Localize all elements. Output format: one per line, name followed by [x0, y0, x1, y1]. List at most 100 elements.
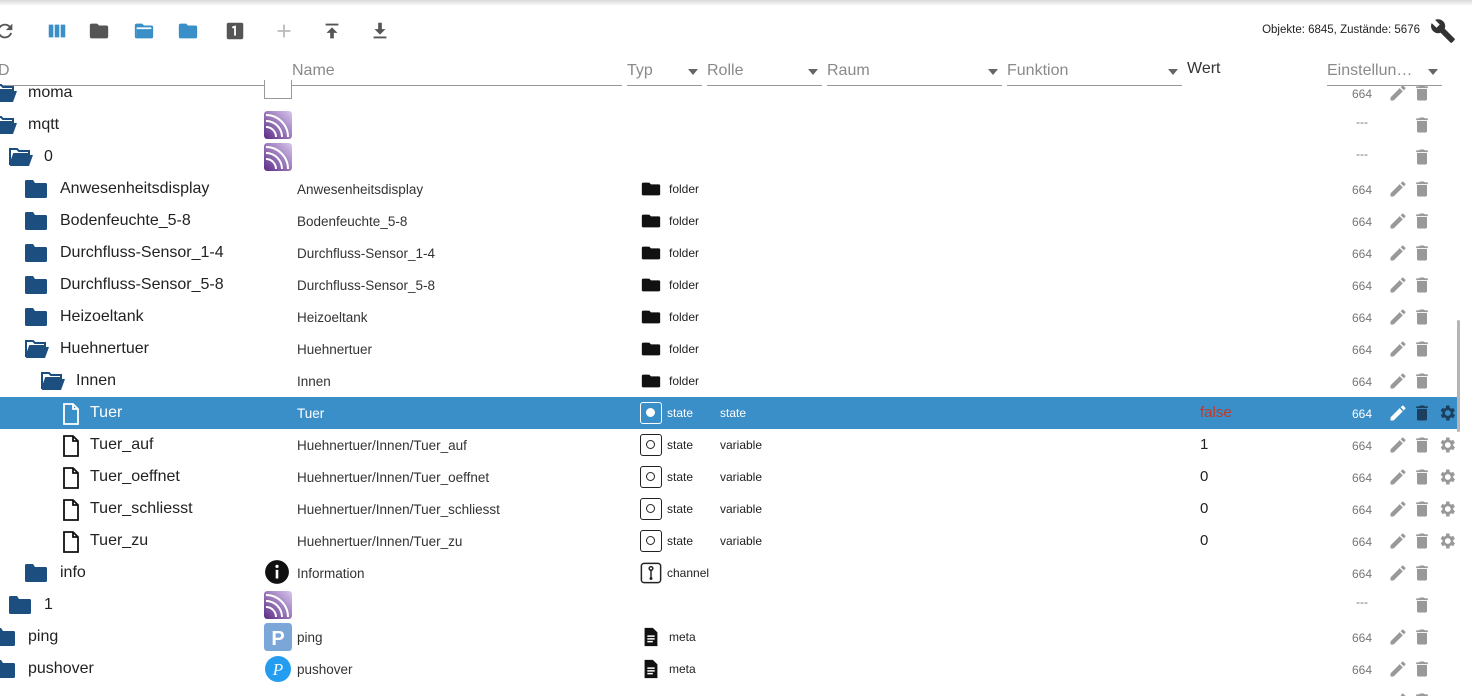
table-row[interactable]: Bodenfeuchte_5-8 Bodenfeuchte_5-8 folder 66…	[0, 205, 1460, 237]
table-row[interactable]: Tuer_schliesst Huehnertuer/Innen/Tuer_sch…	[0, 493, 1460, 525]
edit-icon[interactable]	[1388, 371, 1408, 391]
file-icon[interactable]	[62, 403, 80, 430]
folder-closed-icon[interactable]	[86, 18, 112, 44]
folder-open-icon[interactable]	[24, 339, 50, 364]
add-icon[interactable]	[271, 18, 297, 44]
table-row[interactable]: 0 ---	[0, 141, 1460, 173]
scrollbar[interactable]	[1457, 320, 1460, 432]
table-row[interactable]: Anwesenheitsdisplay Anwesenheitsdisplay fo…	[0, 173, 1460, 205]
columns-icon[interactable]	[44, 18, 70, 44]
edit-icon[interactable]	[1388, 83, 1408, 103]
edit-icon[interactable]	[1388, 275, 1408, 295]
file-icon[interactable]	[62, 531, 80, 558]
object-value[interactable]: 0	[1200, 532, 1208, 549]
edit-icon[interactable]	[1388, 627, 1408, 647]
edit-icon[interactable]	[1388, 499, 1408, 519]
delete-icon[interactable]	[1412, 691, 1432, 696]
gear-icon[interactable]	[1437, 467, 1457, 487]
delete-icon[interactable]	[1412, 467, 1432, 487]
gear-icon[interactable]	[1437, 499, 1457, 519]
table-row[interactable]: 664	[0, 685, 1460, 696]
table-row[interactable]: Innen Innen folder 664	[0, 365, 1460, 397]
delete-icon[interactable]	[1412, 243, 1432, 263]
gear-icon[interactable]	[1437, 435, 1457, 455]
upload-icon[interactable]	[319, 18, 345, 44]
folder-open-icon[interactable]	[131, 18, 157, 44]
table-row[interactable]: Tuer_oeffnet Huehnertuer/Innen/Tuer_oeffn…	[0, 461, 1460, 493]
object-value[interactable]: 0	[1200, 468, 1208, 485]
file-icon[interactable]	[62, 499, 80, 526]
table-row[interactable]: Durchfluss-Sensor_1-4 Durchfluss-Sensor_1…	[0, 237, 1460, 269]
delete-icon[interactable]	[1412, 179, 1432, 199]
delete-icon[interactable]	[1412, 531, 1432, 551]
table-row[interactable]: info Information channel 664	[0, 557, 1460, 589]
delete-icon[interactable]	[1412, 115, 1432, 135]
channel-type-icon	[640, 562, 662, 584]
object-value[interactable]: 0	[1200, 500, 1208, 517]
folder-closed-icon[interactable]	[24, 563, 48, 588]
delete-icon[interactable]	[1412, 371, 1432, 391]
delete-icon[interactable]	[1412, 83, 1432, 103]
refresh-icon[interactable]	[0, 18, 18, 44]
file-icon[interactable]	[62, 467, 80, 494]
edit-icon[interactable]	[1388, 691, 1408, 696]
folder-closed-icon[interactable]	[24, 307, 48, 332]
edit-icon[interactable]	[1388, 307, 1408, 327]
delete-icon[interactable]	[1412, 659, 1432, 679]
object-value[interactable]: 1	[1200, 436, 1208, 453]
delete-icon[interactable]	[1412, 627, 1432, 647]
gear-icon[interactable]	[1437, 531, 1457, 551]
table-row[interactable]: Tuer_auf Huehnertuer/Innen/Tuer_auf state v…	[0, 429, 1460, 461]
folder-blue-icon[interactable]	[175, 18, 201, 44]
folder-closed-icon[interactable]	[24, 179, 48, 204]
gear-icon[interactable]	[1437, 403, 1457, 423]
folder-open-icon[interactable]	[40, 371, 66, 396]
type-icon-wrap	[640, 402, 662, 424]
folder-closed-icon[interactable]	[8, 595, 32, 620]
edit-icon[interactable]	[1388, 243, 1408, 263]
edit-icon[interactable]	[1388, 563, 1408, 583]
folder-closed-icon[interactable]	[24, 211, 48, 236]
download-icon[interactable]	[367, 18, 393, 44]
edit-icon[interactable]	[1388, 435, 1408, 455]
edit-icon[interactable]	[1388, 531, 1408, 551]
table-row[interactable]: Durchfluss-Sensor_5-8 Durchfluss-Sensor_5…	[0, 269, 1460, 301]
table-row[interactable]: Huehnertuer Huehnertuer folder 664	[0, 333, 1460, 365]
wrench-icon[interactable]	[1430, 18, 1456, 44]
edit-icon[interactable]	[1388, 211, 1408, 231]
edit-icon[interactable]	[1388, 467, 1408, 487]
edit-icon[interactable]	[1388, 659, 1408, 679]
number-one-icon[interactable]	[222, 18, 248, 44]
table-row[interactable]: moma 664	[0, 80, 1460, 109]
folder-closed-icon[interactable]	[0, 659, 16, 684]
folder-open-icon[interactable]	[0, 115, 18, 140]
folder-open-icon[interactable]	[0, 83, 18, 108]
delete-icon[interactable]	[1412, 339, 1432, 359]
folder-closed-icon[interactable]	[24, 275, 48, 300]
delete-icon[interactable]	[1412, 435, 1432, 455]
object-acl: 664	[1352, 471, 1373, 485]
file-icon[interactable]	[62, 435, 80, 462]
delete-icon[interactable]	[1412, 595, 1432, 615]
object-value[interactable]: false	[1200, 404, 1232, 421]
delete-icon[interactable]	[1412, 275, 1432, 295]
table-row[interactable]: 1 ---	[0, 589, 1460, 621]
delete-icon[interactable]	[1412, 307, 1432, 327]
edit-icon[interactable]	[1388, 339, 1408, 359]
table-row[interactable]: ping Pping meta 664	[0, 621, 1460, 653]
edit-icon[interactable]	[1388, 179, 1408, 199]
folder-closed-icon[interactable]	[24, 243, 48, 268]
delete-icon[interactable]	[1412, 147, 1432, 167]
folder-open-icon[interactable]	[8, 147, 34, 172]
folder-closed-icon[interactable]	[0, 627, 16, 652]
delete-icon[interactable]	[1412, 499, 1432, 519]
table-row[interactable]: Tuer_zu Huehnertuer/Innen/Tuer_zu state var…	[0, 525, 1460, 557]
table-row[interactable]: pushover Ppushover meta 664	[0, 653, 1460, 685]
table-row[interactable]: Tuer Tuer state state false 664	[0, 397, 1460, 429]
delete-icon[interactable]	[1412, 403, 1432, 423]
edit-icon[interactable]	[1388, 403, 1408, 423]
table-row[interactable]: mqtt ---	[0, 109, 1460, 141]
delete-icon[interactable]	[1412, 211, 1432, 231]
table-row[interactable]: Heizoeltank Heizoeltank folder 664	[0, 301, 1460, 333]
delete-icon[interactable]	[1412, 563, 1432, 583]
